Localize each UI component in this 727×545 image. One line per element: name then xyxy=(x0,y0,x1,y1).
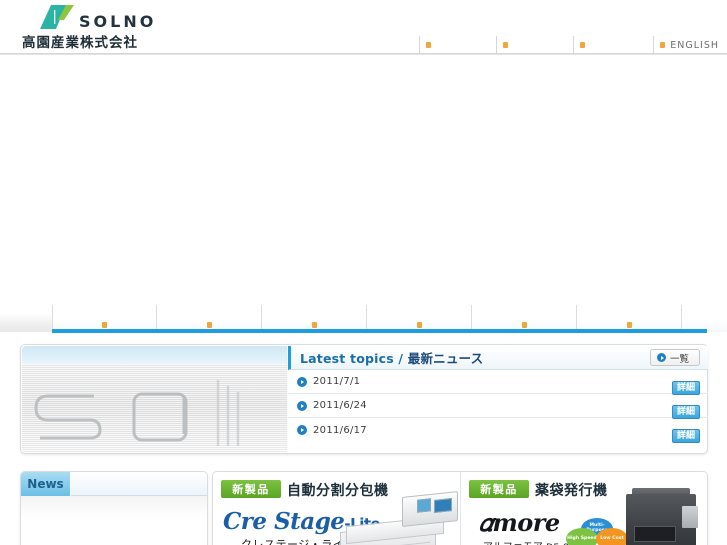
tab-strip-filler xyxy=(71,472,207,496)
machine-illustration-alphamore xyxy=(618,488,704,545)
utility-nav-item-2[interactable] xyxy=(496,36,573,54)
product-banner-panel: 新製品 自動分割分包機 Cre Stage-Lite クレステージ・ライト 新製… xyxy=(212,471,708,545)
main-nav-items xyxy=(52,305,727,332)
bullet-icon xyxy=(660,42,666,48)
topics-hero-image xyxy=(22,346,287,453)
logo-wordmark: SOLNO xyxy=(79,12,157,31)
new-product-tag-label: 新製品 xyxy=(232,483,270,496)
table-row[interactable]: 2011/7/1 詳細 xyxy=(288,370,708,395)
latest-topics-panel: Latest topics / 最新ニュース 一覧 2011/7/1 詳細 20… xyxy=(20,344,708,454)
table-row[interactable]: 2011/6/17 詳細 xyxy=(288,418,708,443)
topic-detail-button[interactable]: 詳細 xyxy=(671,381,700,395)
product-logo-alphamore: 𝛼more xyxy=(479,508,560,537)
site-header: SOLNO 高園産業株式会社 ENGLISH xyxy=(0,0,727,55)
new-product-tag: 新製品 xyxy=(221,480,281,498)
embossed-solno-graphic xyxy=(34,380,240,446)
bullet-icon xyxy=(580,42,586,48)
nav-item-4[interactable] xyxy=(367,305,472,332)
topics-content: Latest topics / 最新ニュース 一覧 2011/7/1 詳細 20… xyxy=(288,346,708,453)
badge-high-speed: High Speed xyxy=(566,528,598,545)
nav-item-1[interactable] xyxy=(52,305,157,332)
play-circle-icon xyxy=(297,425,307,435)
topic-detail-label: 詳細 xyxy=(676,430,695,441)
nav-item-7[interactable] xyxy=(682,305,727,332)
nav-item-3[interactable] xyxy=(262,305,367,332)
topics-header: Latest topics / 最新ニュース 一覧 xyxy=(288,346,708,370)
utility-nav-item-1[interactable] xyxy=(419,36,496,54)
news-panel: News 2011/6/24 xyxy=(20,471,208,545)
topic-detail-label: 詳細 xyxy=(676,382,695,393)
play-circle-icon xyxy=(297,376,307,387)
topics-list-all-label: 一覧 xyxy=(670,353,690,365)
play-circle-icon xyxy=(657,353,666,362)
topics-list-all-button[interactable]: 一覧 xyxy=(650,349,700,366)
topics-title-en: Latest topics / xyxy=(300,351,408,366)
topic-detail-button[interactable]: 詳細 xyxy=(671,429,700,443)
new-product-tag: 新製品 xyxy=(469,480,529,498)
topic-date: 2011/6/24 xyxy=(313,400,367,411)
logo-company-name-jp: 高園産業株式会社 xyxy=(22,35,138,51)
bullet-icon xyxy=(503,42,509,48)
nav-item-5[interactable] xyxy=(472,305,577,332)
topic-date: 2011/7/1 xyxy=(313,376,361,387)
utility-nav: ENGLISH xyxy=(419,36,727,54)
machine-illustration-crestage xyxy=(340,491,458,545)
tab-news-label: News xyxy=(27,477,64,491)
nav-item-2[interactable] xyxy=(157,305,262,332)
new-product-tag-label: 新製品 xyxy=(480,483,518,496)
topics-title-jp: 最新ニュース xyxy=(407,351,484,366)
product-logo-crestage-name: Cre Stage xyxy=(223,508,345,535)
utility-nav-item-english[interactable]: ENGLISH xyxy=(653,36,727,54)
utility-nav-item-english-label: ENGLISH xyxy=(670,39,719,51)
hero-banner-area xyxy=(0,56,727,288)
nav-left-shade xyxy=(0,288,52,332)
nav-active-underline xyxy=(52,329,707,333)
badge-high-speed-label: High Speed xyxy=(567,535,597,541)
page-root: SOLNO 高園産業株式会社 ENGLISH Latest topics / 最… xyxy=(0,0,727,545)
product-subtitle-alphamore: アルファモア DF-8 xyxy=(483,538,569,545)
topic-detail-label: 詳細 xyxy=(676,406,695,417)
banner-heading: 薬袋発行機 xyxy=(535,483,608,499)
site-logo[interactable]: SOLNO 高園産業株式会社 xyxy=(22,3,222,51)
header-divider xyxy=(0,53,727,55)
bullet-icon xyxy=(102,322,107,328)
main-navigation xyxy=(0,288,727,335)
utility-nav-item-3[interactable] xyxy=(573,36,653,54)
table-row[interactable]: 2011/6/24 詳細 xyxy=(288,394,708,419)
bullet-icon xyxy=(521,322,527,328)
bullet-icon xyxy=(426,42,432,48)
nav-item-6[interactable] xyxy=(577,305,682,332)
bullet-icon xyxy=(626,322,632,328)
news-tab-strip: News xyxy=(21,472,207,496)
product-banner-alphamore[interactable]: 新製品 薬袋発行機 𝛼more アルファモア DF-8 Multi-Purpos… xyxy=(460,472,707,545)
news-list: 2011/6/24 xyxy=(21,496,207,545)
bullet-icon xyxy=(311,322,317,328)
solno-logo-mark-icon xyxy=(38,4,78,30)
topic-date: 2011/6/17 xyxy=(313,424,367,436)
product-logo-alphamore-name: more xyxy=(492,508,560,537)
topics-title: Latest topics / 最新ニュース xyxy=(300,348,483,367)
tab-news[interactable]: News xyxy=(21,472,71,496)
play-circle-icon xyxy=(297,400,307,411)
bullet-icon xyxy=(416,322,422,328)
product-banner-crestage[interactable]: 新製品 自動分割分包機 Cre Stage-Lite クレステージ・ライト xyxy=(213,472,460,545)
topic-detail-button[interactable]: 詳細 xyxy=(671,405,700,419)
bullet-icon xyxy=(206,322,212,328)
product-subtitle-crestage: クレステージ・ライト xyxy=(241,538,356,545)
